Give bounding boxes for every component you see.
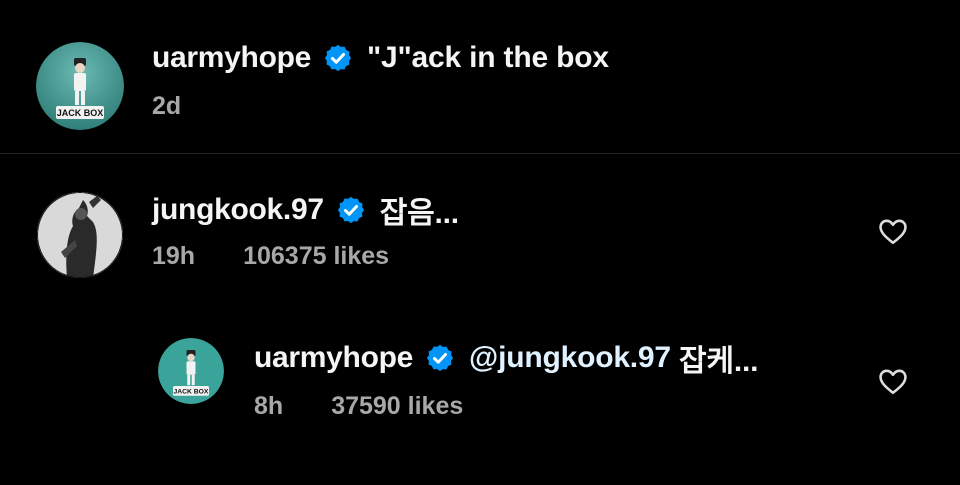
reply-line: uarmyhope @jungkook.97 잡케... bbox=[254, 338, 758, 378]
comment-meta: 19h 106375 likes bbox=[152, 242, 389, 271]
reply-item: JACK BOX uarmyhope @jungkook.97 잡케... 8h… bbox=[0, 324, 960, 485]
heart-icon bbox=[879, 219, 907, 245]
avatar-logo-text: JACK BOX bbox=[57, 108, 104, 118]
comments-screen: JACK BOX uarmyhope "J"ack in the box 2d bbox=[0, 0, 960, 485]
comment-line: jungkook.97 잡음... bbox=[152, 190, 459, 230]
reply-mention-link[interactable]: @jungkook.97 bbox=[469, 341, 671, 375]
comment-item: jungkook.97 잡음... 19h 106375 likes bbox=[0, 154, 960, 324]
comment-timestamp: 19h bbox=[152, 242, 196, 270]
comment-username[interactable]: jungkook.97 bbox=[152, 193, 324, 227]
reply-avatar[interactable]: JACK BOX bbox=[158, 338, 224, 404]
avatar-logo-text: JACK BOX bbox=[174, 389, 209, 396]
verified-badge-icon bbox=[323, 43, 353, 73]
caption-username[interactable]: uarmyhope bbox=[152, 41, 311, 75]
reply-meta: 8h 37590 likes bbox=[254, 392, 463, 421]
reply-likes-count[interactable]: 37590 likes bbox=[331, 392, 463, 421]
jungkook-avatar-image bbox=[37, 192, 123, 278]
caption-text: "J"ack in the box bbox=[367, 41, 609, 74]
jack-in-the-box-avatar-image: JACK BOX bbox=[36, 42, 124, 130]
comment-text: 잡음... bbox=[379, 197, 459, 230]
caption-meta: 2d bbox=[152, 92, 181, 121]
caption-line: uarmyhope "J"ack in the box bbox=[152, 38, 609, 78]
post-caption: JACK BOX uarmyhope "J"ack in the box 2d bbox=[0, 0, 960, 153]
reply-like-button[interactable] bbox=[876, 364, 910, 398]
reply-username[interactable]: uarmyhope bbox=[254, 341, 413, 375]
verified-badge-icon bbox=[425, 343, 455, 373]
reply-text: 잡케... bbox=[670, 345, 759, 378]
verified-badge-icon bbox=[336, 195, 366, 225]
jack-in-the-box-avatar-image: JACK BOX bbox=[158, 338, 224, 404]
reply-timestamp: 8h bbox=[254, 392, 284, 420]
caption-avatar[interactable]: JACK BOX bbox=[36, 42, 124, 130]
comment-avatar[interactable] bbox=[37, 192, 123, 278]
comment-like-button[interactable] bbox=[876, 214, 910, 248]
heart-icon bbox=[879, 369, 907, 395]
comment-likes-count[interactable]: 106375 likes bbox=[243, 242, 389, 271]
caption-timestamp: 2d bbox=[152, 92, 182, 120]
